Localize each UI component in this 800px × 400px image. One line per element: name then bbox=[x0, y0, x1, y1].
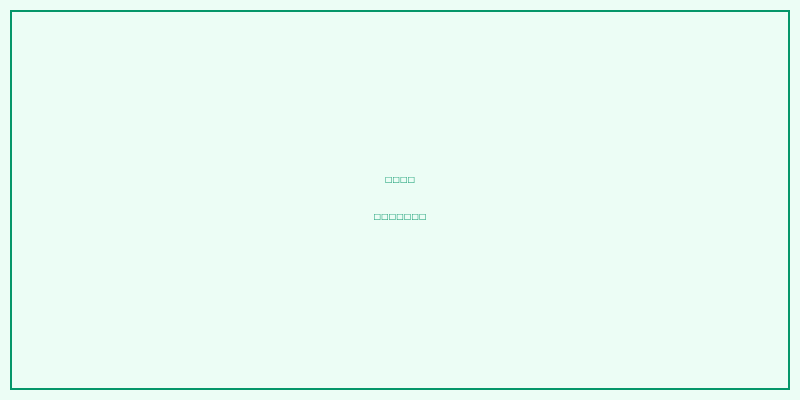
placeholder-text-line-1: □□□□ bbox=[384, 175, 416, 184]
placeholder-frame: □□□□ □□□□□□□ bbox=[10, 10, 790, 390]
placeholder-text-line-2: □□□□□□□ bbox=[373, 212, 427, 221]
